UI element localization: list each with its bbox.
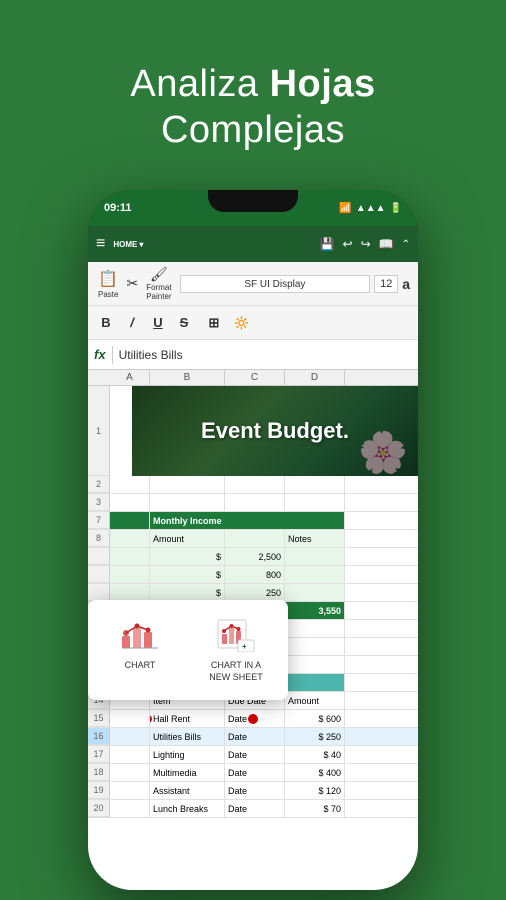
table-row: 20 Lunch Breaks Date $ 70 [88,800,418,818]
home-tab[interactable]: HOME ▾ [113,240,143,249]
hamburger-icon[interactable]: ≡ [96,235,105,253]
formula-content: Utilities Bills [119,348,412,362]
event-banner-text: Event Budget. [201,418,349,444]
table-row: 17 Lighting Date $ 40 [88,746,418,764]
redo-icon[interactable]: ↪ [361,237,371,251]
phone-mockup: 09:11 📶 ▲▲▲ 🔋 ≡ HOME ▾ 💾 ↩ ↪ 📖 ⌃ [83,185,423,895]
row-num-1: 1 [88,386,110,476]
font-selector[interactable]: SF UI Display [180,275,371,293]
font-size-input[interactable]: 12 [374,275,398,293]
underline-button[interactable]: U [146,311,170,335]
status-bar: 09:11 📶 ▲▲▲ 🔋 [88,190,418,226]
monthly-income-header-row: 7 Monthly Income [88,512,418,530]
table-row: 16 Utilities Bills Date $ 250 [88,728,418,746]
fx-label: fx [94,347,106,362]
toolbar-right-icons: 💾 ↩ ↪ 📖 ⌃ [320,237,410,251]
svg-text:+: + [242,642,247,651]
page-title: Analiza Hojas Complejas [130,62,375,153]
chart-in-new-sheet-option[interactable]: + CHART IN A NEW SHEET [192,610,280,689]
format-painter-button[interactable]: 🖌 FormatPainter [142,264,175,303]
column-headers: A B C D [88,370,418,386]
chart-label: CHART [125,660,156,672]
table-row: 3 [88,494,418,512]
chart-icon [118,616,162,654]
text-format-toolbar: B / U S ⊞ 🔆 [88,306,418,340]
row-num-2: 2 [88,476,110,493]
excel-menu-bar: ≡ HOME ▾ 💾 ↩ ↪ 📖 ⌃ [88,226,418,262]
col-header-b: B [150,370,225,385]
event-banner: Event Budget. 🌸 [132,386,418,476]
phone-frame: 09:11 📶 ▲▲▲ 🔋 ≡ HOME ▾ 💾 ↩ ↪ 📖 ⌃ [88,190,418,890]
chart-new-sheet-icon: + [214,616,258,654]
book-icon[interactable]: 📖 [379,237,394,251]
chart-option[interactable]: CHART [96,610,184,689]
table-row: $ 800 [88,566,418,584]
col-header-a: A [110,370,150,385]
table-row: 18 Multimedia Date $ 400 [88,764,418,782]
chart-new-sheet-label: CHART IN A NEW SHEET [202,660,270,683]
col-header-d: D [285,370,345,385]
chart-new-sheet-svg: + [216,618,256,652]
format-toolbar: 📋 Paste ✂ 🖌 FormatPainter SF UI Display … [88,262,418,306]
bold-button[interactable]: B [94,311,118,335]
table-row: 15 Hall Rent Date $ 600 [88,710,418,728]
table-row: $ 2,500 [88,548,418,566]
table-row: 19 Assistant Date $ 120 [88,782,418,800]
banner-row: 1 Event Budget. 🌸 [88,386,418,476]
table-row: 2 [88,476,418,494]
text-format-buttons: B / U S ⊞ [94,311,226,335]
banner-decoration: 🌸 [358,429,408,476]
chart-popup: CHART + [88,600,288,699]
battery-icon: 🔋 [390,203,402,214]
row-num-7: 7 [88,512,110,529]
chevron-up-icon[interactable]: ⌃ [402,239,410,250]
spreadsheet-area: A B C D 1 Event Budget. 🌸 2 [88,370,418,890]
row-num-3: 3 [88,494,110,511]
formula-bar: fx Utilities Bills [88,340,418,370]
wifi-icon: 📶 [339,203,351,214]
italic-button[interactable]: / [120,311,144,335]
chart-bar-svg [120,618,160,652]
status-icons: 📶 ▲▲▲ 🔋 [339,203,402,214]
font-color-button[interactable]: a [400,274,412,294]
borders-button[interactable]: ⊞ [202,311,226,335]
strikethrough-button[interactable]: S [172,311,196,335]
signal-icon: ▲▲▲ [356,203,386,214]
status-time: 09:11 [104,202,132,214]
col-header-c: C [225,370,285,385]
row-num-8: 8 [88,530,110,547]
undo-icon[interactable]: ↩ [343,237,353,251]
paste-button[interactable]: 📋 Paste [94,267,122,301]
save-icon[interactable]: 💾 [320,237,335,251]
formula-divider [112,346,113,364]
income-col-headers-row: 8 Amount Notes [88,530,418,548]
cut-icon[interactable]: ✂ [124,273,140,294]
header-section: Analiza Hojas Complejas [130,30,375,171]
